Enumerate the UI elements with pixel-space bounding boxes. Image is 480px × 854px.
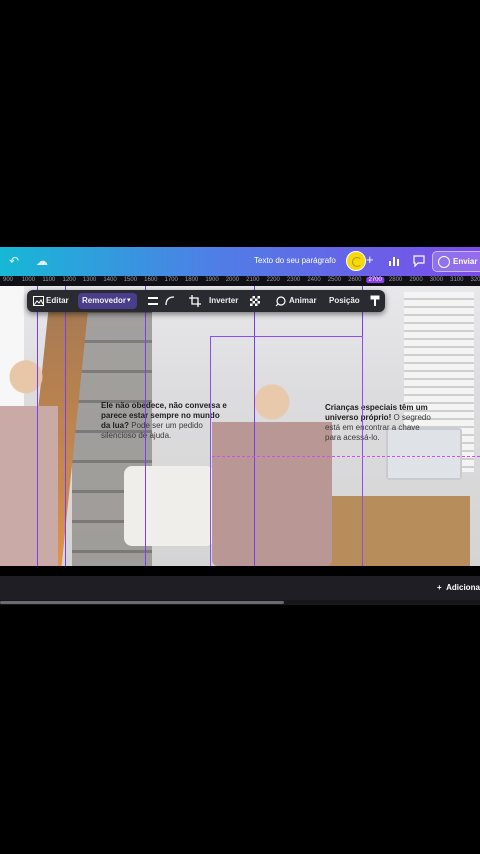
position-button[interactable]: Posição xyxy=(329,290,360,312)
horizontal-ruler: 900 1000 1100 1200 1300 1400 1500 1600 1700 1800 1… xyxy=(0,276,480,286)
ruler-tick: 2000 xyxy=(225,277,240,283)
ruler-tick: 2500 xyxy=(327,277,342,283)
edit-button[interactable]: Editar xyxy=(46,290,69,312)
document-title[interactable]: Texto do seu parágrafo xyxy=(254,256,336,265)
ruler-tick: 1500 xyxy=(123,277,138,283)
ruler-tick: 2400 xyxy=(307,277,321,283)
ruler-tick: 1000 xyxy=(21,277,36,283)
horizontal-scrollbar[interactable] xyxy=(0,600,480,605)
ruler-tick: 1400 xyxy=(103,277,117,283)
ruler-tick: 3200 xyxy=(470,277,480,283)
corner-rounding-icon[interactable] xyxy=(165,296,175,306)
ruler-tick: 1300 xyxy=(82,277,97,283)
guide-line xyxy=(145,286,146,566)
ruler-tick: 2800 xyxy=(388,277,403,283)
cloud-sync-icon[interactable]: ☁ xyxy=(34,253,50,269)
ruler-tick: 1100 xyxy=(42,277,56,283)
ruler-tick: 2100 xyxy=(246,277,260,283)
animate-icon xyxy=(275,296,286,307)
lines-icon[interactable] xyxy=(148,297,158,305)
guide-line xyxy=(37,286,38,566)
ruler-tick: 2900 xyxy=(409,277,423,283)
transparency-icon[interactable] xyxy=(250,296,260,306)
caption-left[interactable]: Ele não obedece, não conversa e parece e… xyxy=(101,401,227,441)
design-canvas[interactable]: Ele não obedece, não conversa e parece e… xyxy=(0,286,480,566)
paint-roller-icon[interactable] xyxy=(370,295,380,307)
ruler-tick: 2600 xyxy=(348,277,362,283)
sofa-image xyxy=(124,466,214,546)
remover-button[interactable]: Removedor ▾ xyxy=(78,293,137,309)
ruler-tick: 2200 xyxy=(266,277,280,283)
chevron-down-icon: ▾ xyxy=(127,297,131,304)
editor-header: ↶ ☁ Texto do seu parágrafo + Enviar a xyxy=(0,247,480,276)
ruler-tick: 1600 xyxy=(144,277,158,283)
woman-with-paper-image[interactable] xyxy=(0,346,58,566)
ruler-tick: 2700 xyxy=(366,277,384,283)
add-page-button[interactable]: + Adicionar xyxy=(437,583,480,592)
share-button[interactable]: Enviar a xyxy=(432,251,480,272)
ruler-tick: 1900 xyxy=(205,277,219,283)
center-guide-dashed xyxy=(212,456,480,457)
ruler-tick: 1700 xyxy=(164,277,178,283)
undo-icon[interactable]: ↶ xyxy=(6,253,22,269)
image-icon xyxy=(33,296,44,306)
add-page-label: Adicionar xyxy=(446,583,480,592)
ruler-tick: 1200 xyxy=(62,277,76,283)
ruler-tick: 1800 xyxy=(184,277,199,283)
remover-label: Removedor xyxy=(82,296,127,305)
analytics-icon[interactable] xyxy=(388,255,400,267)
check-circle-icon xyxy=(438,256,450,268)
selection-box[interactable] xyxy=(210,336,363,566)
add-collaborator-button[interactable]: + xyxy=(366,252,374,267)
avatar[interactable] xyxy=(346,251,366,271)
crop-icon[interactable] xyxy=(189,295,201,307)
guide-line xyxy=(65,286,66,566)
scrollbar-thumb[interactable] xyxy=(0,601,284,604)
ruler-tick: 900 xyxy=(2,277,14,283)
animate-button[interactable]: Animar xyxy=(289,290,317,312)
comment-icon[interactable] xyxy=(412,254,426,268)
share-button-label: Enviar a xyxy=(453,257,480,266)
flip-button[interactable]: Inverter xyxy=(209,290,238,312)
context-toolbar: Editar Removedor ▾ Inverter Animar Posiç… xyxy=(27,290,385,312)
pages-bar: + Adicionar xyxy=(0,576,480,600)
ruler-tick: 2300 xyxy=(286,277,301,283)
ruler-tick: 3000 xyxy=(429,277,444,283)
ruler-tick: 3100 xyxy=(450,277,464,283)
